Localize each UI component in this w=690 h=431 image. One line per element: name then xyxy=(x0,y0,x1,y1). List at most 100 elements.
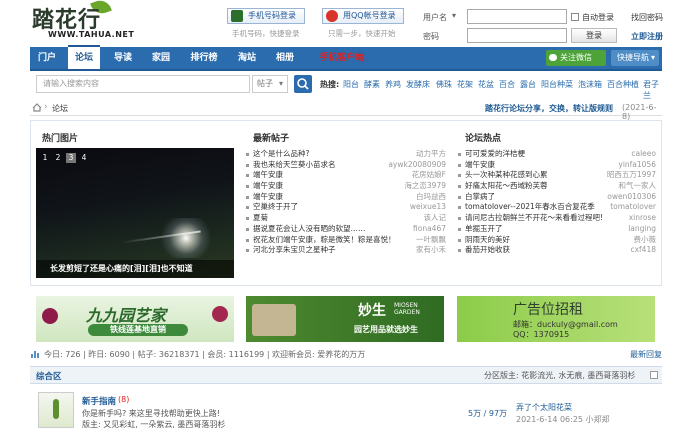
hot-keyword[interactable]: 泡沫箱 xyxy=(578,79,602,90)
hot-keyword[interactable]: 百合种植 xyxy=(607,79,639,90)
post-title[interactable]: 空巢终于开了 xyxy=(253,202,298,213)
qq-login-button[interactable]: 用QQ帐号登录 xyxy=(322,8,404,24)
post-title[interactable]: 这个是什么品种? xyxy=(253,149,309,160)
nav-portal[interactable]: 门户 xyxy=(32,47,62,69)
username-input[interactable] xyxy=(467,9,567,24)
post-author[interactable]: 花房姑娘F xyxy=(412,170,446,181)
post-title[interactable]: 好痛太阳花～西域粉芙蓉 xyxy=(465,181,548,192)
hot-pic-slideshow[interactable]: 1 2 3 4 长发剪短了还是心痛的[泪][泪]也不知道 xyxy=(36,148,234,278)
slide-page-1[interactable]: 1 xyxy=(40,153,50,163)
chevron-down-icon[interactable]: ▾ xyxy=(452,11,456,20)
post-author[interactable]: 白玛益西 xyxy=(416,192,446,203)
nav-taozhan[interactable]: 淘站 xyxy=(232,47,262,69)
latest-reply-link[interactable]: 最新回复 xyxy=(630,349,662,360)
post-title[interactable]: 请问尼古拉朝鲜兰不开花～来看看过程吧! xyxy=(465,213,603,224)
forum-name[interactable]: 新手指南 xyxy=(82,395,116,407)
auto-login-checkbox[interactable] xyxy=(571,13,579,21)
list-item[interactable]: 端午安康 yinfa1056 xyxy=(458,160,656,171)
slide-page-2[interactable]: 2 xyxy=(53,153,63,163)
list-item[interactable]: 空巢终于开了 weixue13 xyxy=(246,202,446,213)
post-author[interactable]: 海之恋3979 xyxy=(404,181,446,192)
post-title[interactable]: 头一次种某种花感到心累 xyxy=(465,170,548,181)
nav-forum[interactable]: 论坛 xyxy=(68,45,100,69)
post-author[interactable]: yinfa1056 xyxy=(618,160,656,171)
list-item[interactable]: 阴雨天的美好 费小薇 xyxy=(458,235,656,246)
nav-guide[interactable]: 导读 xyxy=(108,47,138,69)
post-title[interactable]: 白掌病了 xyxy=(465,192,495,203)
breadcrumb-forum[interactable]: 论坛 xyxy=(52,103,68,114)
hot-keyword[interactable]: 花架 xyxy=(457,79,473,90)
post-title[interactable]: 我也来给天竺葵小苗求名 xyxy=(253,160,336,171)
post-title[interactable]: tomatolover--2021年春水百合复花季 xyxy=(465,202,595,213)
nav-mobile-client[interactable]: 手机客户端 xyxy=(310,47,374,69)
post-author[interactable]: weixue13 xyxy=(410,202,446,213)
post-title[interactable]: 端午安康 xyxy=(253,192,283,203)
nav-album[interactable]: 相册 xyxy=(270,47,300,69)
post-author[interactable]: 和气一家人 xyxy=(619,181,657,192)
post-title[interactable]: 端午安康 xyxy=(253,181,283,192)
register-link[interactable]: 立即注册 xyxy=(631,31,663,42)
post-author[interactable]: cxf418 xyxy=(630,245,656,256)
list-item[interactable]: 端午安康 花房姑娘F xyxy=(246,170,446,181)
post-author[interactable]: 昭西五万1997 xyxy=(607,170,656,181)
list-item[interactable]: 请问尼古拉朝鲜兰不开花～来看看过程吧! xinrose xyxy=(458,213,656,224)
hot-keyword[interactable]: 佛珠 xyxy=(436,79,452,90)
list-item[interactable]: 端午安康 海之恋3979 xyxy=(246,181,446,192)
search-scope-select[interactable]: 帖子 ▾ xyxy=(252,75,288,93)
ad-banner-miosen[interactable]: 妙生 MIOSEN GARDEN 园艺用品就选妙生 xyxy=(246,296,444,342)
hot-keyword[interactable]: 养鸡 xyxy=(385,79,401,90)
hot-keyword[interactable]: 阳台种菜 xyxy=(541,79,573,90)
post-author[interactable]: aywk20080909 xyxy=(388,160,446,171)
hot-keyword[interactable]: 花盆 xyxy=(478,79,494,90)
slide-page-4[interactable]: 4 xyxy=(79,153,89,163)
zone-moderators[interactable]: 分区版主: 花影流光, 水无痕, 墨西哥落羽杉 xyxy=(484,370,635,381)
post-title[interactable]: 端午安康 xyxy=(465,160,495,171)
list-item[interactable]: 祝花友们端午安康，粽是微笑！粽是喜悦！ 一叶飘飘 xyxy=(246,235,446,246)
post-author[interactable]: 一叶飘飘 xyxy=(416,235,446,246)
quick-nav-button[interactable]: 快捷导航 ▾ xyxy=(611,50,659,66)
list-item[interactable]: 我也来给天竺葵小苗求名 aywk20080909 xyxy=(246,160,446,171)
post-author[interactable]: fiona467 xyxy=(413,224,446,235)
post-author[interactable]: xinrose xyxy=(629,213,656,224)
post-title[interactable]: 番茄开始收获 xyxy=(465,245,510,256)
password-input[interactable] xyxy=(467,28,567,43)
hot-keyword[interactable]: 君子兰 xyxy=(643,79,662,101)
post-title[interactable]: 阴雨天的美好 xyxy=(465,235,510,246)
list-item[interactable]: 单掘玉开了 langing xyxy=(458,224,656,235)
hot-keyword[interactable]: 酵素 xyxy=(364,79,380,90)
list-item[interactable]: 这个是什么品种? 动力平方 xyxy=(246,149,446,160)
slide-page-3[interactable]: 3 xyxy=(66,153,76,163)
forum-moderators[interactable]: 版主: 又见彩虹, 一朵紫云, 墨西哥落羽杉 xyxy=(82,419,225,430)
list-item[interactable]: 可可爱爱的洋桔梗 caleeo xyxy=(458,149,656,160)
hot-keyword[interactable]: 百合 xyxy=(499,79,515,90)
ad-banner-jiujiu[interactable]: 九九园艺家 铁线莲基地直销 xyxy=(36,296,234,342)
post-title[interactable]: 端午安康 xyxy=(253,170,283,181)
forum-row[interactable]: 新手指南 (8) 你是新手吗? 来这里寻找帮助更快上路! 版主: 又见彩虹, 一… xyxy=(30,386,662,431)
post-author[interactable]: langing xyxy=(628,224,656,235)
home-icon[interactable] xyxy=(32,103,42,112)
post-title[interactable]: 据说夏花会让人没有晒的软望…… xyxy=(253,224,366,235)
find-password-link[interactable]: 找回密码 xyxy=(631,12,663,23)
zone-title[interactable]: 综合区 xyxy=(36,370,62,382)
site-logo[interactable]: 踏花行 WWW.TAHUA.NET xyxy=(30,0,170,42)
search-input[interactable]: 请输入搜索内容 xyxy=(36,75,250,93)
hot-keyword[interactable]: 阳台 xyxy=(343,79,359,90)
list-item[interactable]: 头一次种某种花感到心累 昭西五万1997 xyxy=(458,170,656,181)
nav-home[interactable]: 家园 xyxy=(146,47,176,69)
post-title[interactable]: 可可爱爱的洋桔梗 xyxy=(465,149,525,160)
hot-keyword[interactable]: 露台 xyxy=(520,79,536,90)
list-item[interactable]: 白掌病了 owen010306 xyxy=(458,192,656,203)
nav-rank[interactable]: 排行榜 xyxy=(184,47,224,69)
login-button[interactable]: 登录 xyxy=(571,28,617,43)
post-title[interactable]: 祝花友们端午安康，粽是微笑！粽是喜悦！ xyxy=(253,235,396,246)
post-author[interactable]: caleeo xyxy=(631,149,656,160)
list-item[interactable]: 河北分享朱宝贝之星种子 家有小禾 xyxy=(246,245,446,256)
wechat-follow-button[interactable]: 关注微信 xyxy=(546,50,606,66)
post-title[interactable]: 河北分享朱宝贝之星种子 xyxy=(253,245,336,256)
collapse-icon[interactable] xyxy=(650,371,658,379)
post-title[interactable]: 夏菊 xyxy=(253,213,268,224)
post-title[interactable]: 单掘玉开了 xyxy=(465,224,503,235)
list-item[interactable]: tomatolover--2021年春水百合复花季 tomatolover xyxy=(458,202,656,213)
search-button[interactable] xyxy=(294,75,312,93)
ad-banner-rent[interactable]: 广告位招租 邮箱：duckuly@gmail.com QQ：1370915 xyxy=(457,296,655,342)
